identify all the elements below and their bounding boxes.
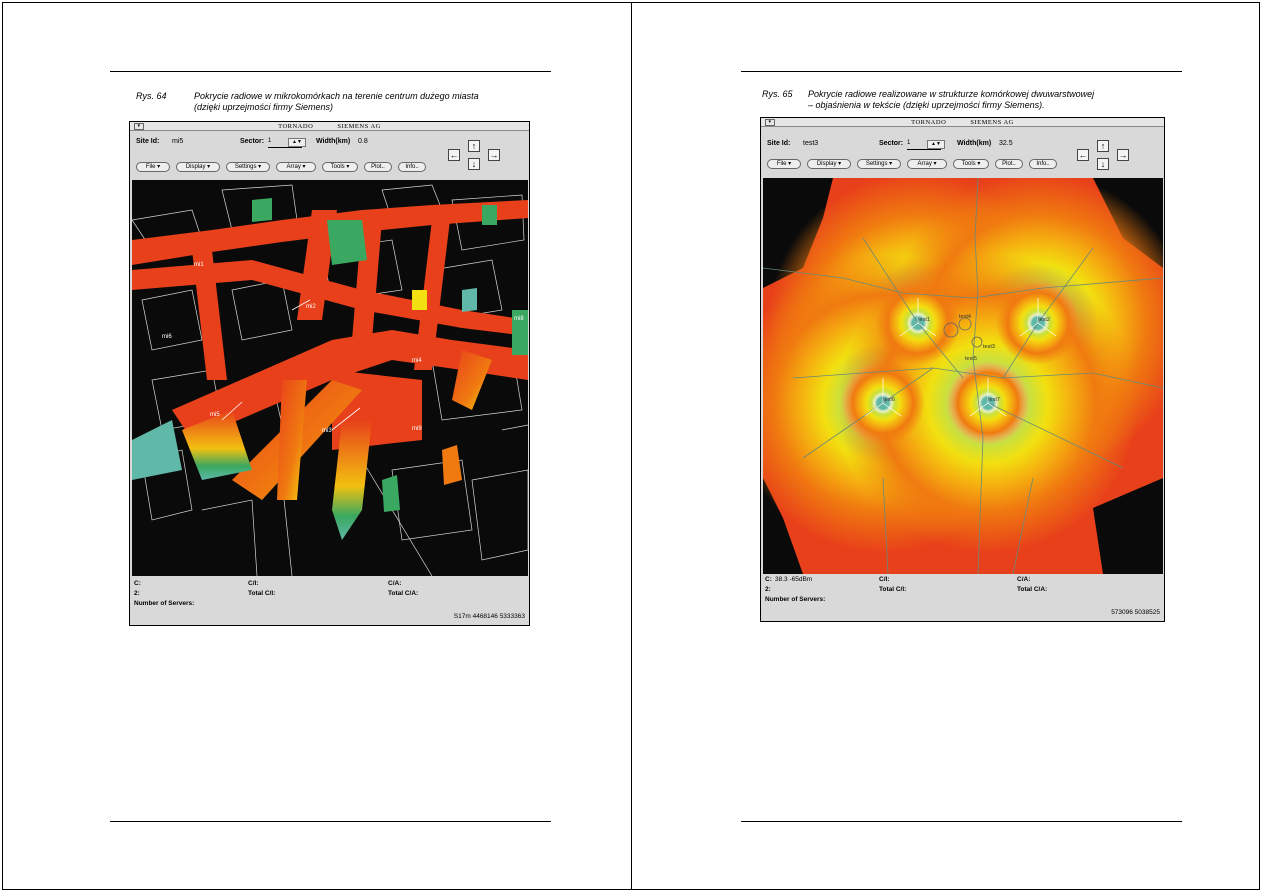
site-row: Site Id: mi5 Sector: 1 ▲▼ Width(km) 0.8: [136, 138, 436, 150]
menu-info[interactable]: Info..: [398, 162, 426, 172]
status-c-label: C:: [765, 576, 772, 583]
arrow-left-button[interactable]: ←: [448, 149, 460, 161]
site-label: Site Id:: [767, 140, 791, 147]
arrow-down-button[interactable]: ↓: [1097, 158, 1109, 170]
right-header-rule: [741, 71, 1182, 72]
status-ci-label: C/I:: [248, 580, 259, 587]
status-ci-label: C/I:: [879, 576, 890, 583]
menu-file[interactable]: File ▾: [136, 162, 170, 172]
map-label-mi9: mi9: [412, 426, 422, 432]
map-label-mi2: mi2: [306, 304, 316, 310]
width-label: Width(km): [316, 138, 351, 145]
caption-text: Pokrycie radiowe realizowane w strukturz…: [808, 89, 1095, 110]
site-value[interactable]: mi5: [172, 138, 183, 145]
sector-label: Sector:: [240, 138, 265, 145]
left-footer-rule: [110, 821, 551, 822]
right-caption: Rys. 65 Pokrycie radiowe realizowane w s…: [762, 89, 1162, 113]
width-value[interactable]: 32.5: [999, 140, 1013, 147]
map-label-test2: test2: [1038, 317, 1050, 323]
page-spine: [631, 2, 632, 890]
status-c-value: 38.3 -65dBm: [775, 576, 813, 583]
status-panel: C: 38.3 -65dBm C/I: C/A: 2: Total C/I: T…: [765, 576, 1160, 620]
menu-plot[interactable]: Plot..: [995, 159, 1023, 169]
pan-arrows: ↑ ← → ↓: [446, 138, 506, 174]
coverage-map[interactable]: test1 test2 test3 test4 test5 test6 test…: [763, 178, 1163, 574]
map-label-mi4: mi4: [412, 358, 422, 364]
status-2-label: 2:: [134, 590, 140, 597]
site-label: Site Id:: [136, 138, 160, 145]
arrow-left-button[interactable]: ←: [1077, 149, 1089, 161]
status-total-ci-label: Total C/I:: [248, 590, 276, 597]
menu-tools[interactable]: Tools ▾: [322, 162, 358, 172]
window-titlebar: ▾ TORNADO SIEMENS AG: [130, 122, 529, 131]
map-label-mi8: mi8: [514, 316, 524, 322]
menu-display[interactable]: Display ▾: [176, 162, 220, 172]
map-label-mi6: mi6: [162, 334, 172, 340]
map-label-test5: test5: [965, 356, 977, 362]
status-servers-label: Number of Servers:: [765, 596, 826, 603]
window-titlebar: ▾ TORNADO SIEMENS AG: [761, 118, 1164, 127]
arrow-right-button[interactable]: →: [1117, 149, 1129, 161]
map-label-test3: test3: [983, 344, 995, 350]
window-menu-button[interactable]: ▾: [765, 119, 775, 126]
map-label-test4: test4: [959, 314, 971, 320]
menu-tools[interactable]: Tools ▾: [953, 159, 989, 169]
menu-display[interactable]: Display ▾: [807, 159, 851, 169]
coverage-map-svg: mi1 mi2 mi3 mi4 mi5 mi6 mi8 mi9: [132, 184, 528, 576]
map-label-mi1: mi1: [194, 262, 204, 268]
tornado-window-left: ▾ TORNADO SIEMENS AG Site Id: mi5 Sector…: [129, 121, 530, 626]
menu-settings[interactable]: Settings ▾: [226, 162, 270, 172]
status-total-ca-label: Total C/A:: [388, 590, 419, 597]
status-coordinates: S17m 4468146 5333363: [453, 613, 525, 620]
status-ca-label: C/A:: [388, 580, 402, 587]
status-servers-label: Number of Servers:: [134, 600, 195, 607]
pan-arrows: ↑ ← → ↓: [1075, 138, 1135, 174]
width-label: Width(km): [957, 140, 992, 147]
map-label-test7: test7: [988, 397, 1000, 403]
status-2-label: 2:: [765, 586, 771, 593]
arrow-right-button[interactable]: →: [488, 149, 500, 161]
menu-file[interactable]: File ▾: [767, 159, 801, 169]
sector-spinner[interactable]: ▲▼: [927, 140, 945, 149]
arrow-up-button[interactable]: ↑: [1097, 140, 1109, 152]
map-label-mi3: mi3: [322, 428, 332, 434]
tornado-window-right: ▾ TORNADO SIEMENS AG Site Id: test3 Sect…: [760, 117, 1165, 622]
menu-plot[interactable]: Plot..: [364, 162, 392, 172]
left-header-rule: [110, 71, 551, 72]
map-label-test6: test6: [883, 397, 895, 403]
site-row: Site Id: test3 Sector: 1 ▲▼ Width(km) 32…: [767, 140, 1067, 152]
left-caption: Rys. 64 Pokrycie radiowe w mikrokomórkac…: [136, 91, 536, 115]
status-c-label: C:: [134, 580, 141, 587]
sector-spinner[interactable]: ▲▼: [288, 138, 306, 147]
status-coordinates: 573096 5038525: [1111, 609, 1160, 616]
arrow-up-button[interactable]: ↑: [468, 140, 480, 152]
figure-number: Rys. 64: [136, 91, 167, 101]
window-menu-button[interactable]: ▾: [134, 123, 144, 130]
arrow-down-button[interactable]: ↓: [468, 158, 480, 170]
map-label-test1: test1: [918, 317, 930, 323]
width-value[interactable]: 0.8: [358, 138, 368, 145]
menu-array[interactable]: Array ▾: [276, 162, 316, 172]
status-panel: C: C/I: C/A: 2: Total C/I: Total C/A: Nu…: [134, 580, 525, 624]
site-value[interactable]: test3: [803, 140, 818, 147]
status-ca-label: C/A:: [1017, 576, 1031, 583]
menu-settings[interactable]: Settings ▾: [857, 159, 901, 169]
right-footer-rule: [741, 821, 1182, 822]
status-total-ca-label: Total C/A:: [1017, 586, 1048, 593]
map-label-mi5: mi5: [210, 412, 220, 418]
coverage-cells: [763, 178, 1163, 553]
street-coverage: [132, 198, 528, 540]
figure-number: Rys. 65: [762, 89, 793, 99]
sector-label: Sector:: [879, 140, 904, 147]
caption-text: Pokrycie radiowe w mikrokomórkach na ter…: [194, 91, 479, 112]
coverage-map-svg: test1 test2 test3 test4 test5 test6 test…: [763, 178, 1163, 574]
status-total-ci-label: Total C/I:: [879, 586, 907, 593]
coverage-map[interactable]: mi1 mi2 mi3 mi4 mi5 mi6 mi8 mi9: [132, 180, 528, 576]
menu-info[interactable]: Info..: [1029, 159, 1057, 169]
menu-array[interactable]: Array ▾: [907, 159, 947, 169]
